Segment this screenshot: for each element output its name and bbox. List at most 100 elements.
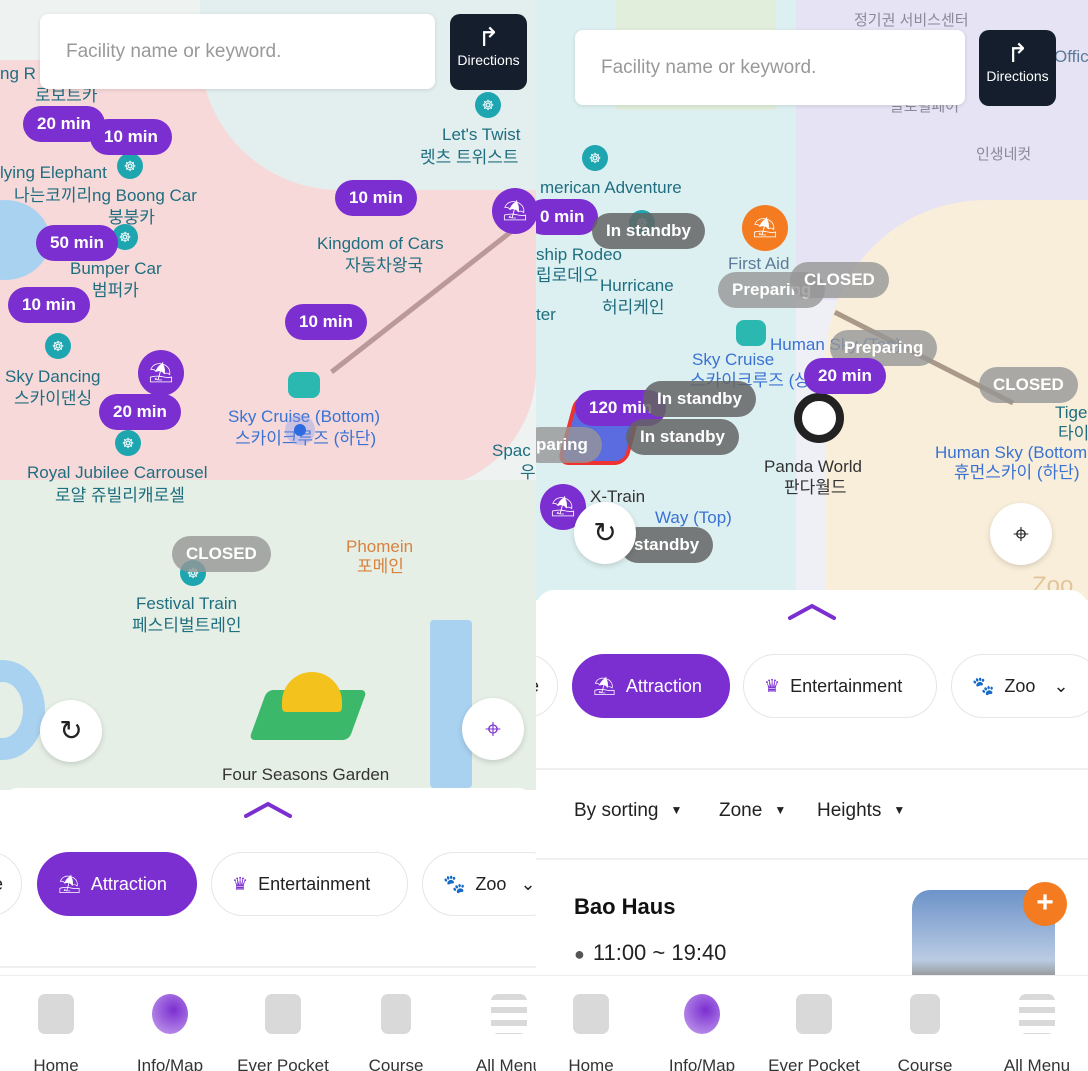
chevron-down-icon[interactable]: ⌄ <box>1053 676 1068 696</box>
attraction-pin-icon[interactable]: ⛱ <box>138 350 184 396</box>
map-label[interactable]: 자동차왕국 <box>345 256 423 276</box>
map-label[interactable]: 스카이댄싱 <box>14 389 92 409</box>
category-chip-attraction[interactable]: ⛱ Attraction <box>37 852 197 916</box>
chevron-up-icon[interactable] <box>244 800 292 820</box>
nav-info-map[interactable]: Info/Map <box>115 994 225 1071</box>
zone-dropdown[interactable]: Zone ▼ <box>719 800 786 822</box>
wait-time-badge[interactable]: 10 min <box>90 119 172 155</box>
heights-dropdown[interactable]: Heights ▼ <box>817 800 905 822</box>
directions-button[interactable]: ↱ Directions <box>450 14 527 90</box>
wait-time-badge[interactable]: 10 min <box>285 304 367 340</box>
map-label[interactable]: 정기권 서비스센터 <box>854 12 969 29</box>
nav-info-map[interactable]: Info/Map <box>647 994 757 1071</box>
map-label[interactable]: 페스티벌트레인 <box>132 616 241 636</box>
map-label[interactable]: Festival Train <box>136 594 237 614</box>
map-label[interactable]: Kingdom of Cars <box>317 234 444 254</box>
map-label[interactable]: Offic <box>1054 47 1088 67</box>
map-label[interactable]: ng R <box>0 64 36 84</box>
status-badge[interactable]: In standby <box>626 419 740 455</box>
status-badge[interactable]: In standby <box>592 213 706 249</box>
map-label[interactable]: Let's Twist <box>442 125 521 145</box>
map-label[interactable]: lying Elephant <box>0 163 107 183</box>
category-chip[interactable]: e <box>0 852 22 916</box>
map-label[interactable]: merican Adventure <box>540 178 682 198</box>
closed-badge[interactable]: CLOSED <box>790 262 889 298</box>
nav-ever-pocket[interactable]: Ever Pocket <box>759 994 869 1071</box>
map-label[interactable]: 허리케인 <box>602 298 665 318</box>
wait-time-badge[interactable]: 20 min <box>804 358 886 394</box>
map-label[interactable]: 렛츠 트위스트 <box>420 148 519 168</box>
category-chip[interactable]: e <box>536 654 558 718</box>
map-label[interactable]: Four Seasons Garden <box>222 765 389 785</box>
wait-time-badge[interactable]: 10 min <box>8 287 90 323</box>
wait-time-badge[interactable]: 10 min <box>335 180 417 216</box>
closed-badge[interactable]: CLOSED <box>172 536 271 572</box>
wait-time-badge[interactable]: 0 min <box>536 199 599 235</box>
map-label[interactable]: Human Sky (Bottom <box>935 443 1087 463</box>
nav-course[interactable]: Course <box>341 994 451 1071</box>
nav-home[interactable]: Home <box>536 994 646 1071</box>
map-label[interactable]: Sky Dancing <box>5 367 100 387</box>
locate-me-button[interactable]: ⌖ <box>990 503 1052 565</box>
map-label[interactable]: Tiger <box>1055 403 1088 423</box>
category-chip-zoo[interactable]: 🐾 Zoo ⌄ <box>422 852 536 916</box>
facility-title[interactable]: Bao Haus <box>574 894 675 920</box>
map-label[interactable]: 립로데오 <box>536 266 599 286</box>
map-label[interactable]: 나는코끼리 <box>14 186 92 206</box>
closed-badge[interactable]: CLOSED <box>979 367 1078 403</box>
park-map[interactable]: ng R 로보트카 lying Elephant 나는코끼리 ng Boong … <box>0 0 536 790</box>
search-bar[interactable] <box>575 30 965 105</box>
map-label[interactable]: 판다월드 <box>784 478 847 498</box>
add-favorite-button[interactable]: + <box>1023 882 1067 926</box>
nav-all-menu[interactable]: All Menu <box>982 994 1088 1071</box>
map-label[interactable]: Spac <box>492 441 531 461</box>
map-label[interactable]: Royal Jubilee Carrousel <box>27 463 207 483</box>
map-label[interactable]: 인생네컷 <box>976 146 1031 163</box>
nav-ever-pocket[interactable]: Ever Pocket <box>228 994 338 1071</box>
ferris-wheel-icon[interactable]: ☸ <box>115 430 141 456</box>
wait-time-badge[interactable]: 20 min <box>99 394 181 430</box>
map-label[interactable]: Panda World <box>764 457 862 477</box>
category-chip-entertainment[interactable]: ♛ Entertainment <box>211 852 408 916</box>
map-label[interactable]: 범퍼카 <box>92 281 139 301</box>
map-label[interactable]: 포메인 <box>357 557 404 577</box>
map-label[interactable]: Bumper Car <box>70 259 162 279</box>
chevron-down-icon[interactable]: ⌄ <box>520 874 535 894</box>
search-input[interactable] <box>40 14 435 89</box>
map-label[interactable]: Sky Cruise <box>692 350 774 370</box>
category-chip-zoo[interactable]: 🐾 Zoo ⌄ <box>951 654 1088 718</box>
nav-course[interactable]: Course <box>870 994 980 1071</box>
category-chip-entertainment[interactable]: ♛ Entertainment <box>743 654 937 718</box>
map-label[interactable]: Hurricane <box>600 276 674 296</box>
map-label[interactable]: 우 <box>520 463 536 483</box>
map-label[interactable]: ter <box>536 305 556 325</box>
ferris-wheel-icon[interactable]: ☸ <box>45 333 71 359</box>
map-label[interactable]: 휴먼스카이 (하단) <box>954 463 1080 483</box>
map-label[interactable]: 타이 <box>1058 424 1088 444</box>
locate-me-button[interactable]: ⌖ <box>462 698 524 760</box>
ferris-wheel-icon[interactable]: ☸ <box>475 92 501 118</box>
ferris-wheel-icon[interactable]: ☸ <box>117 153 143 179</box>
nav-home[interactable]: Home <box>1 994 111 1071</box>
sort-dropdown[interactable]: By sorting ▼ <box>574 800 682 822</box>
map-label[interactable]: Phomein <box>346 537 413 557</box>
map-label[interactable]: ng Boong Car <box>92 186 197 206</box>
map-label[interactable]: First Aid <box>728 254 789 274</box>
refresh-button[interactable]: ↻ <box>40 700 102 762</box>
status-badge[interactable]: In standby <box>643 381 757 417</box>
search-input[interactable] <box>575 30 965 105</box>
search-bar[interactable] <box>40 14 435 89</box>
refresh-button[interactable]: ↻ <box>574 502 636 564</box>
chevron-up-icon[interactable] <box>788 602 836 622</box>
ferris-wheel-icon[interactable]: ☸ <box>582 145 608 171</box>
first-aid-pin-icon[interactable]: ⛱ <box>742 205 788 251</box>
nav-all-menu[interactable]: All Menu <box>454 994 536 1071</box>
wait-time-badge[interactable]: 50 min <box>36 225 118 261</box>
map-label[interactable]: 붕붕카 <box>108 208 155 228</box>
attraction-pin-icon[interactable]: ⛱ <box>492 188 536 234</box>
map-label[interactable]: Way (Top) <box>655 508 732 528</box>
status-badge[interactable]: paring <box>536 427 602 463</box>
map-label[interactable]: 로얄 쥬빌리캐로셀 <box>55 486 185 506</box>
category-chip-attraction[interactable]: ⛱ Attraction <box>572 654 730 718</box>
directions-button[interactable]: ↱ Directions <box>979 30 1056 106</box>
